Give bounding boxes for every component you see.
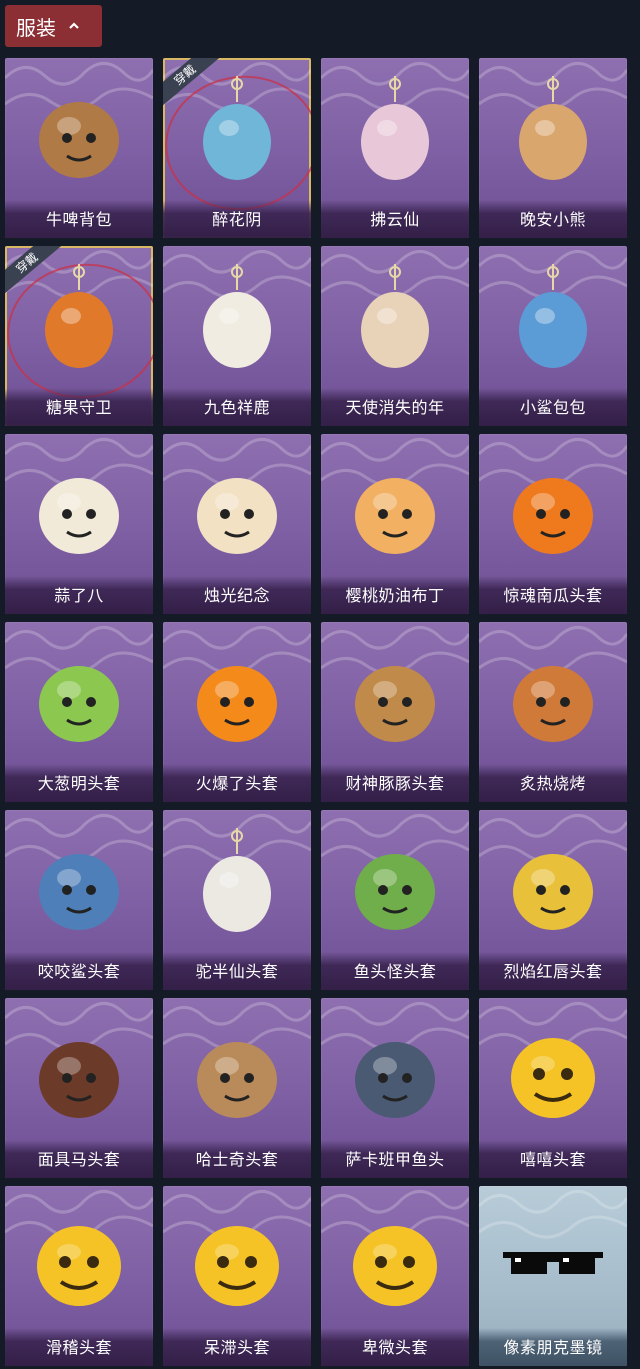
item-name: 驼半仙头套	[195, 962, 279, 981]
outfit-item-card[interactable]: 嘻嘻头套	[479, 998, 627, 1178]
pixel-sunglasses-icon	[503, 1204, 603, 1316]
item-name: 鱼头怪头套	[353, 962, 437, 981]
stare-emoji-head-icon	[187, 1204, 287, 1316]
outfit-item-card[interactable]: 晚安小熊	[479, 58, 627, 238]
outfit-item-card[interactable]: 卑微头套	[321, 1186, 469, 1366]
outfit-item-card[interactable]: 面具马头套	[5, 998, 153, 1178]
outfit-item-card[interactable]: 蒜了八	[5, 434, 153, 614]
fairy-pendant-icon	[345, 76, 445, 188]
item-name: 醉花阴	[212, 210, 262, 229]
outfit-item-card[interactable]: 滑稽头套	[5, 1186, 153, 1366]
outfit-item-card[interactable]: 萨卡班甲鱼头	[321, 998, 469, 1178]
bbq-meat-head-icon	[503, 640, 603, 752]
item-name: 小鲨包包	[519, 398, 586, 417]
item-name: 面具马头套	[37, 1150, 121, 1169]
outfit-item-card[interactable]: 醉花阴 穿戴	[163, 58, 311, 238]
item-name: 嘻嘻头套	[519, 1150, 586, 1169]
deer-pendant-icon	[187, 264, 287, 376]
item-name: 蒜了八	[54, 586, 104, 605]
outfit-item-card[interactable]: 哈士奇头套	[163, 998, 311, 1178]
item-name: 炙热烧烤	[519, 774, 586, 793]
item-name: 呆滞头套	[203, 1338, 270, 1357]
cow-beer-backpack-icon	[29, 76, 129, 188]
shark-bag-icon	[503, 264, 603, 376]
shark-head-icon	[29, 828, 129, 940]
green-onion-head-icon	[29, 640, 129, 752]
outfit-item-card[interactable]: 鱼头怪头套	[321, 810, 469, 990]
candle-head-icon	[187, 452, 287, 564]
chevron-up-icon	[69, 22, 79, 29]
item-name: 火爆了头套	[195, 774, 279, 793]
outfit-item-card[interactable]: 像素朋克墨镜	[479, 1186, 627, 1366]
outfit-item-card[interactable]: 惊魂南瓜头套	[479, 434, 627, 614]
outfit-item-card[interactable]: 火爆了头套	[163, 622, 311, 802]
panda-bear-head-icon	[187, 828, 287, 940]
smirk-emoji-head-icon	[29, 1204, 129, 1316]
husky-head-icon	[187, 1016, 287, 1128]
item-name: 哈士奇头套	[195, 1150, 279, 1169]
outfit-item-card[interactable]: 九色祥鹿	[163, 246, 311, 426]
item-name: 滑稽头套	[45, 1338, 112, 1357]
horse-head-icon	[29, 1016, 129, 1128]
item-name: 九色祥鹿	[203, 398, 270, 417]
item-name: 萨卡班甲鱼头	[345, 1150, 445, 1169]
outfit-item-card[interactable]: 牛啤背包	[5, 58, 153, 238]
item-name: 烛光纪念	[203, 586, 270, 605]
outfit-item-card[interactable]: 财神豚豚头套	[321, 622, 469, 802]
item-name: 天使消失的年	[345, 398, 445, 417]
outfit-item-card[interactable]: 拂云仙	[321, 58, 469, 238]
garlic-head-icon	[29, 452, 129, 564]
outfit-item-card[interactable]: 小鲨包包	[479, 246, 627, 426]
grin-emoji-head-icon	[503, 1016, 603, 1128]
item-name: 惊魂南瓜头套	[503, 586, 603, 605]
item-name: 大葱明头套	[37, 774, 121, 793]
item-name: 拂云仙	[370, 210, 420, 229]
fish-head-icon	[345, 1016, 445, 1128]
angel-doll-icon	[345, 264, 445, 376]
item-name: 烈焰红唇头套	[503, 962, 603, 981]
outfit-item-card[interactable]: 大葱明头套	[5, 622, 153, 802]
item-name: 咬咬鲨头套	[37, 962, 121, 981]
flower-dreamcatcher-icon	[187, 76, 287, 188]
capybara-head-icon	[345, 640, 445, 752]
item-name: 卑微头套	[361, 1338, 428, 1357]
outfit-item-card[interactable]: 咬咬鲨头套	[5, 810, 153, 990]
item-grid: 牛啤背包 醉花阴 穿戴拂云仙 晚安小熊糖果守卫 穿戴九色祥鹿 天使消失的年 小鲨包包蒜了八 烛…	[5, 58, 627, 1366]
outfit-item-card[interactable]: 糖果守卫 穿戴	[5, 246, 153, 426]
item-name: 像素朋克墨镜	[503, 1338, 603, 1357]
outfit-item-card[interactable]: 烈焰红唇头套	[479, 810, 627, 990]
outfit-item-card[interactable]: 驼半仙头套	[163, 810, 311, 990]
item-name: 晚安小熊	[519, 210, 586, 229]
pudding-head-icon	[345, 452, 445, 564]
outfit-item-card[interactable]: 呆滞头套	[163, 1186, 311, 1366]
pumpkin-head-icon	[503, 452, 603, 564]
item-name: 牛啤背包	[45, 210, 112, 229]
fish-mask-icon	[345, 828, 445, 940]
pumpkin-scarecrow-icon	[29, 264, 129, 376]
yellow-mask-icon	[503, 828, 603, 940]
outfit-item-card[interactable]: 炙热烧烤	[479, 622, 627, 802]
outfit-item-card[interactable]: 樱桃奶油布丁	[321, 434, 469, 614]
outfit-item-card[interactable]: 烛光纪念	[163, 434, 311, 614]
item-name: 樱桃奶油布丁	[345, 586, 445, 605]
teddy-bear-icon	[503, 76, 603, 188]
outfit-category-label: 服装	[16, 15, 56, 40]
item-name: 财神豚豚头套	[345, 774, 445, 793]
humble-emoji-head-icon	[345, 1204, 445, 1316]
item-name: 糖果守卫	[45, 398, 112, 417]
outfit-item-card[interactable]: 天使消失的年	[321, 246, 469, 426]
outfit-category-tab[interactable]: 服装	[5, 5, 102, 47]
fireball-head-icon	[187, 640, 287, 752]
